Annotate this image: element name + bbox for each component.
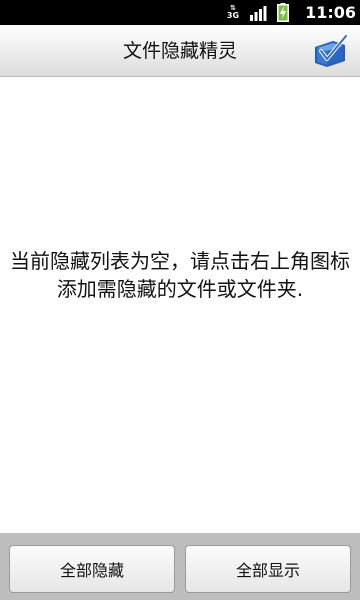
- title-bar: 文件隐藏精灵: [0, 25, 360, 77]
- add-files-button[interactable]: [312, 33, 348, 69]
- network-type-label: 3G: [226, 11, 240, 20]
- show-all-button[interactable]: 全部显示: [185, 545, 351, 593]
- hidden-list-area: 当前隐藏列表为空，请点击右上角图标添加需隐藏的文件或文件夹.: [0, 77, 360, 533]
- clock: 11:06: [305, 3, 356, 22]
- hide-all-button[interactable]: 全部隐藏: [9, 545, 175, 593]
- add-folder-check-icon: [315, 34, 348, 67]
- app-title: 文件隐藏精灵: [122, 40, 237, 62]
- empty-list-message: 当前隐藏列表为空，请点击右上角图标添加需隐藏的文件或文件夹.: [10, 249, 350, 301]
- signal-icon: [250, 5, 267, 21]
- data-activity-icon: ⇅ 3G: [227, 5, 239, 20]
- status-icons: ⇅ 3G 11:06: [227, 0, 356, 25]
- battery-charging-icon: [277, 3, 290, 22]
- bottom-bar: 全部隐藏 全部显示: [0, 533, 360, 600]
- status-bar: ⇅ 3G 11:06: [0, 0, 360, 25]
